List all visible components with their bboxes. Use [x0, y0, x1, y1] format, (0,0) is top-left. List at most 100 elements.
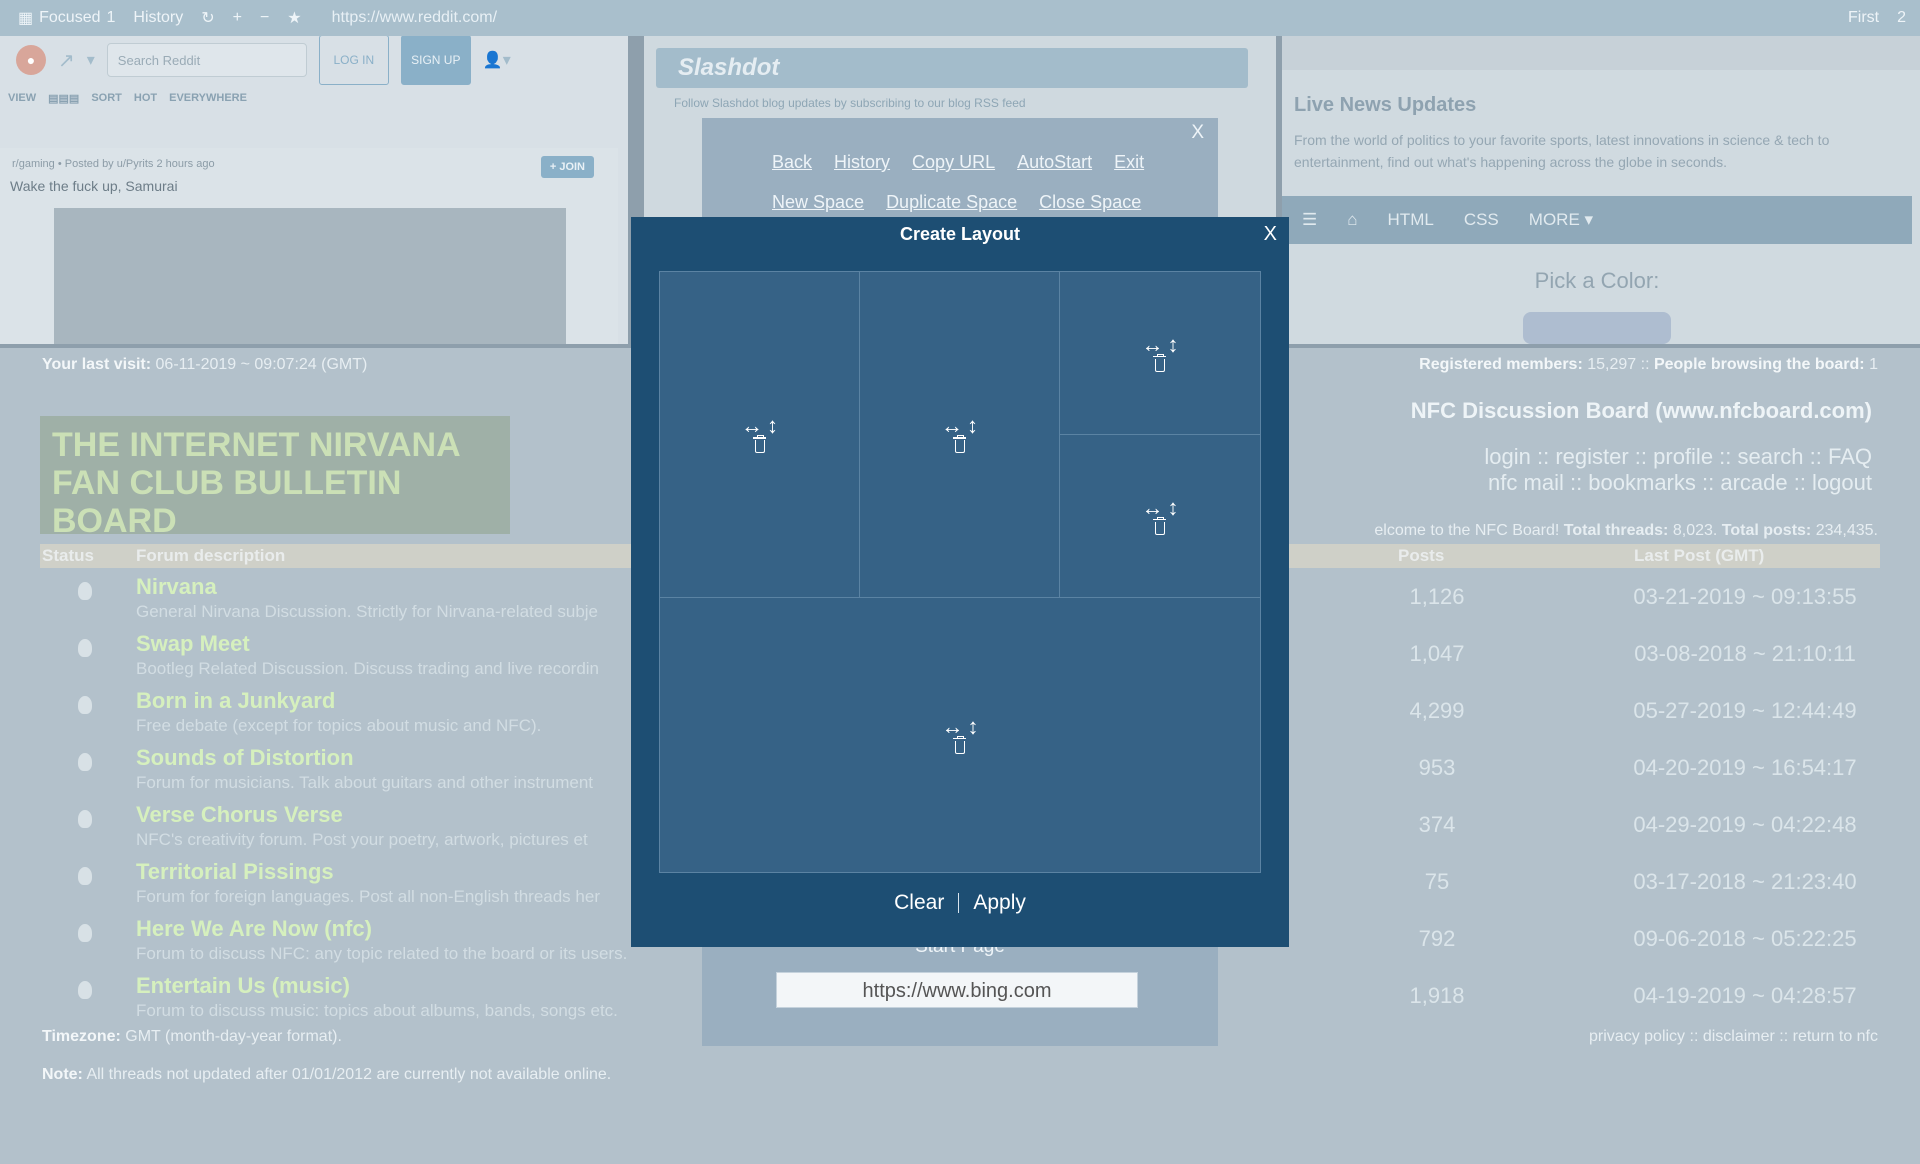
forum-posts: 75 [1424, 869, 1450, 894]
forum-name[interactable]: Here We Are Now (nfc) [136, 916, 372, 942]
modal-close-button[interactable]: X [1264, 217, 1277, 251]
resize-horizontal-icon[interactable]: ↔ [1142, 333, 1164, 355]
menu-exit[interactable]: Exit [1114, 152, 1144, 173]
trash-icon[interactable] [1153, 516, 1166, 535]
color-picker[interactable] [1523, 312, 1671, 344]
forum-name[interactable]: Swap Meet [136, 631, 250, 657]
layout-cell[interactable]: ↔ ↕ [859, 271, 1060, 598]
history-button[interactable]: History [133, 9, 183, 27]
apply-button[interactable]: Apply [973, 891, 1026, 915]
sort-label: SORT [91, 92, 122, 104]
chevron-down-icon[interactable]: ▾ [87, 50, 95, 70]
resize-vertical-icon[interactable]: ↕ [968, 715, 979, 737]
sort-hot-dropdown[interactable]: HOT [134, 92, 157, 104]
nav-html[interactable]: HTML [1388, 210, 1434, 230]
menu-new-space[interactable]: New Space [772, 192, 864, 213]
reddit-logo-icon[interactable]: ● [16, 45, 46, 75]
resize-vertical-icon[interactable]: ↕ [1168, 496, 1179, 518]
forum-name[interactable]: Nirvana [136, 574, 217, 600]
forum-last-post[interactable]: 04-20-2019 ~ 16:54:17 [1530, 755, 1920, 781]
signup-button[interactable]: SIGN UP [400, 36, 471, 85]
grid-menu-icon[interactable]: ▦ [18, 8, 33, 28]
forum-last-post[interactable]: 03-08-2018 ~ 21:10:11 [1530, 641, 1920, 667]
forum-last-post[interactable]: 04-19-2019 ~ 04:28:57 [1530, 983, 1920, 1009]
resize-horizontal-icon[interactable]: ↔ [942, 715, 964, 737]
search-input[interactable]: Search Reddit [106, 43, 307, 77]
nfc-logo: THE INTERNET NIRVANA FAN CLUB BULLETIN B… [40, 416, 510, 540]
menu-close-space[interactable]: Close Space [1039, 192, 1141, 213]
layout-cell[interactable]: ↔ ↕ [659, 597, 1261, 873]
forum-desc: General Nirvana Discussion. Strictly for… [136, 602, 599, 621]
post-title[interactable]: Wake the fuck up, Samurai [0, 170, 618, 194]
forum-name[interactable]: Sounds of Distortion [136, 745, 354, 771]
forum-last-post[interactable]: 04-29-2019 ~ 04:22:48 [1530, 812, 1920, 838]
board-links[interactable]: login :: register :: profile :: search :… [1484, 444, 1872, 496]
trash-icon[interactable] [952, 435, 966, 453]
forum-last-post[interactable]: 03-21-2019 ~ 09:13:55 [1530, 584, 1920, 610]
menu-back[interactable]: Back [772, 152, 812, 173]
user-icon[interactable]: 👤▾ [483, 50, 511, 70]
welcome-stats: elcome to the NFC Board! Total threads: … [1374, 522, 1878, 539]
start-page-input[interactable]: https://www.bing.com [776, 972, 1138, 1008]
board-stats: Registered members: 15,297 :: People bro… [1419, 356, 1878, 373]
resize-horizontal-icon[interactable]: ↔ [1142, 496, 1164, 518]
nav-css[interactable]: CSS [1464, 210, 1499, 230]
forum-desc: Forum for musicians. Talk about guitars … [136, 773, 594, 792]
address-bar[interactable]: https://www.reddit.com/ [332, 9, 497, 27]
layout-cell[interactable]: ↔ ↕ [1059, 271, 1261, 435]
layout-cell[interactable]: ↔ ↕ [659, 271, 860, 598]
footer-links[interactable]: privacy policy :: disclaimer :: return t… [1589, 1028, 1878, 1046]
resize-vertical-icon[interactable]: ↕ [767, 415, 778, 437]
everywhere-dropdown[interactable]: EVERYWHERE [169, 92, 247, 104]
page-count[interactable]: 2 [1897, 9, 1906, 27]
trash-icon[interactable] [752, 435, 766, 453]
view-card-icon[interactable]: ▤▤▤ [48, 92, 79, 105]
menu-history[interactable]: History [834, 152, 890, 173]
menu-duplicate-space[interactable]: Duplicate Space [886, 192, 1017, 213]
zoom-in-icon[interactable]: + [233, 9, 242, 27]
forum-posts: 1,047 [1409, 641, 1465, 666]
star-icon[interactable]: ★ [287, 8, 301, 28]
slashdot-logo[interactable]: Slashdot [678, 54, 779, 82]
layout-cell[interactable]: ↔ ↕ [1059, 434, 1261, 598]
clear-button[interactable]: Clear [894, 891, 944, 915]
forum-last-post[interactable]: 05-27-2019 ~ 12:44:49 [1530, 698, 1920, 724]
reload-icon[interactable]: ↻ [201, 8, 214, 28]
status-bulb-icon [78, 753, 92, 771]
menu-autostart[interactable]: AutoStart [1017, 152, 1092, 173]
focused-label[interactable]: Focused [39, 9, 100, 27]
resize-vertical-icon[interactable]: ↕ [1168, 333, 1179, 355]
forum-posts: 953 [1418, 755, 1456, 780]
join-button[interactable]: + JOIN [540, 156, 594, 178]
hamburger-icon[interactable]: ☰ [1302, 210, 1317, 230]
post-meta: r/gaming • Posted by u/Pyrits 2 hours ag… [12, 158, 215, 170]
trash-icon[interactable] [1153, 353, 1166, 372]
forum-name[interactable]: Territorial Pissings [136, 859, 334, 885]
forum-last-post[interactable]: 09-06-2018 ~ 05:22:25 [1530, 926, 1920, 952]
forum-last-post[interactable]: 03-17-2018 ~ 21:23:40 [1530, 869, 1920, 895]
trash-icon[interactable] [953, 735, 966, 754]
post-image[interactable] [54, 208, 566, 344]
resize-vertical-icon[interactable]: ↕ [967, 415, 978, 437]
home-icon[interactable]: ⌂ [1347, 210, 1357, 230]
forum-desc: NFC's creativity forum. Post your poetry… [136, 830, 588, 849]
menu-close-button[interactable]: X [1191, 122, 1204, 144]
forum-name[interactable]: Born in a Junkyard [136, 688, 335, 714]
menu-copy-url[interactable]: Copy URL [912, 152, 995, 173]
news-panel: Live News Updates From the world of poli… [1282, 36, 1920, 344]
modal-footer: Clear Apply [631, 891, 1289, 915]
first-button[interactable]: First [1848, 9, 1879, 27]
zoom-out-icon[interactable]: − [260, 9, 269, 27]
board-title[interactable]: NFC Discussion Board (www.nfcboard.com) [1411, 398, 1872, 424]
resize-horizontal-icon[interactable]: ↔ [741, 415, 763, 437]
login-button[interactable]: LOG IN [318, 36, 389, 85]
forum-name[interactable]: Verse Chorus Verse [136, 802, 343, 828]
forum-name[interactable]: Entertain Us (music) [136, 973, 350, 999]
modal-header: Create Layout X [631, 217, 1289, 252]
trending-icon[interactable]: ↗ [58, 48, 75, 73]
news-title: Live News Updates [1294, 94, 1477, 116]
resize-horizontal-icon[interactable]: ↔ [941, 415, 963, 437]
post-card[interactable]: r/gaming • Posted by u/Pyrits 2 hours ag… [0, 148, 618, 344]
browser-top-bar: ▦ Focused 1 History ↻ + − ★ https://www.… [0, 0, 1920, 36]
nav-more[interactable]: MORE ▾ [1529, 210, 1593, 230]
